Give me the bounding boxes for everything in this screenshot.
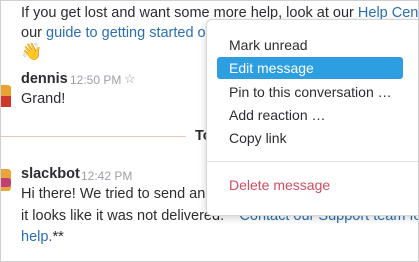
message-text-line-3: help.** bbox=[21, 229, 64, 245]
menu-item-edit-message[interactable]: Edit message bbox=[217, 57, 403, 79]
wave-emoji: 👋 bbox=[21, 42, 43, 61]
message-text: Hi there! We tried to send an e bbox=[21, 186, 218, 202]
message-text-fragment: ** bbox=[52, 229, 64, 245]
message-author[interactable]: dennis bbox=[21, 71, 68, 87]
message-timestamp[interactable]: 12:42 PM bbox=[81, 169, 132, 183]
menu-item-pin[interactable]: Pin to this conversation … bbox=[217, 81, 403, 103]
intro-line-2: our guide to getting started or bbox=[21, 25, 210, 41]
day-divider bbox=[1, 136, 186, 137]
menu-divider bbox=[207, 161, 418, 162]
star-icon[interactable]: ☆ bbox=[124, 71, 136, 87]
menu-item-delete-message[interactable]: Delete message bbox=[217, 174, 403, 196]
message-author[interactable]: slackbot bbox=[21, 166, 80, 182]
menu-item-copy-link[interactable]: Copy link bbox=[217, 127, 403, 149]
message-text: Grand! bbox=[21, 91, 66, 107]
avatar[interactable] bbox=[1, 169, 11, 191]
message-timestamp[interactable]: 12:50 PM bbox=[70, 73, 121, 87]
menu-item-add-reaction[interactable]: Add reaction … bbox=[217, 104, 403, 126]
menu-item-mark-unread[interactable]: Mark unread bbox=[217, 34, 403, 56]
message-actions-menu: Mark unread Edit message Pin to this con… bbox=[206, 19, 418, 216]
getting-started-link[interactable]: guide to getting started or bbox=[46, 25, 210, 41]
chat-window: If you get lost and want some more help,… bbox=[0, 0, 419, 262]
avatar[interactable] bbox=[1, 85, 11, 107]
intro-text-2: our bbox=[21, 25, 46, 41]
contact-support-link-cont[interactable]: help. bbox=[21, 229, 52, 245]
